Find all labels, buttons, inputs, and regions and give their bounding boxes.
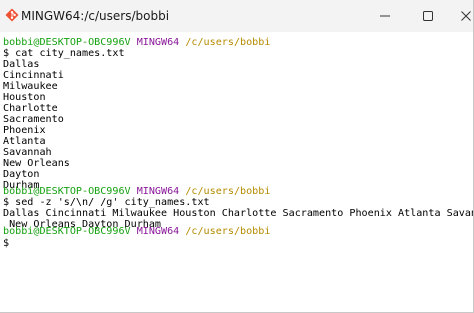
prompt-path: /c/users/bobbi [185,186,271,197]
prompt-path: /c/users/bobbi [185,37,271,48]
prompt-symbol: $ [3,238,10,249]
command-text: cat city_names.txt [15,48,125,59]
minimize-button[interactable] [362,0,408,32]
output-line: Dallas [3,59,40,70]
output-line: Phoenix [3,125,46,136]
window-title: MINGW64:/c/users/bobbi [21,9,170,23]
scrollbar[interactable] [468,36,471,302]
output-line: New Orleans [3,158,70,169]
output-line: Cincinnati [3,70,64,81]
prompt-user: bobbi@DESKTOP-OBC996V [3,37,131,48]
terminal-window: MINGW64:/c/users/bobbi bobbi@DESKTOP-OBC… [0,0,474,313]
git-bash-icon [5,8,19,22]
prompt-symbol: $ [3,48,10,59]
prompt-user: bobbi@DESKTOP-OBC996V [3,186,131,197]
maximize-icon [423,11,433,21]
prompt-host: MINGW64 [136,37,180,48]
close-icon [461,11,471,21]
output-line: Dallas Cincinnati Milwaukee Houston Char… [3,208,474,219]
maximize-button[interactable] [405,0,451,32]
prompt-user: bobbi@DESKTOP-OBC996V [3,226,131,237]
terminal-area[interactable] [0,32,473,312]
output-line: Dayton [3,169,40,180]
output-line: Savannah [3,147,52,158]
text-cursor [15,237,16,247]
prompt-host: MINGW64 [136,226,180,237]
output-line: Sacramento [3,114,64,125]
prompt-path: /c/users/bobbi [185,226,271,237]
prompt-line: bobbi@DESKTOP-OBC996V MINGW64 /c/users/b… [3,186,270,197]
prompt-symbol: $ [3,197,10,208]
prompt-line: bobbi@DESKTOP-OBC996V MINGW64 /c/users/b… [3,226,270,237]
title-bar[interactable]: MINGW64:/c/users/bobbi [0,0,473,32]
output-line: Atlanta [3,136,46,147]
command-line: $ cat city_names.txt [3,48,125,59]
output-line: Charlotte [3,103,58,114]
command-text: sed -z 's/\n/ /g' city_names.txt [15,197,210,208]
command-line: $ sed -z 's/\n/ /g' city_names.txt [3,197,210,208]
output-line: Houston [3,92,46,103]
command-line[interactable]: $ [3,237,16,249]
output-line: Milwaukee [3,81,58,92]
close-button[interactable] [446,0,473,32]
prompt-line: bobbi@DESKTOP-OBC996V MINGW64 /c/users/b… [3,37,270,48]
prompt-host: MINGW64 [136,186,180,197]
minimize-icon [380,15,390,17]
